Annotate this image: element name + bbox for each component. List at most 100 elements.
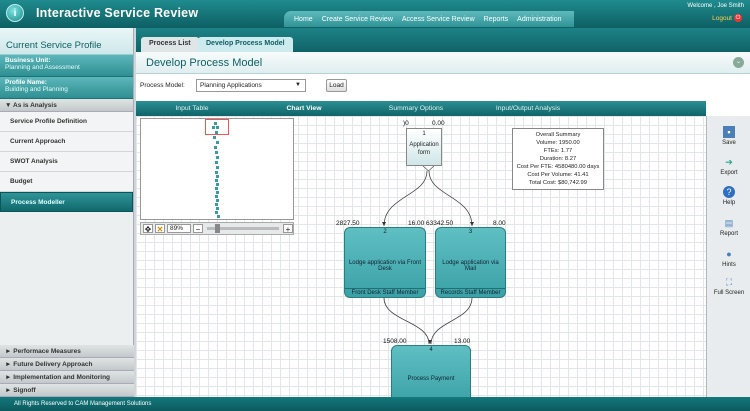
export-button[interactable]: ➔ Export [707, 156, 750, 176]
section-label: Future Delivery Approach [13, 361, 93, 368]
report-button[interactable]: ▤ Report [707, 217, 750, 237]
section-signoff[interactable]: ► Signoff [0, 384, 134, 397]
tab-develop-process-model[interactable]: Develop Process Model [198, 37, 293, 52]
sidebar-item-swot-analysis[interactable]: SWOT Analysis [0, 152, 133, 172]
section-label: Signoff [13, 387, 36, 394]
sidebar-item-service-profile-definition[interactable]: Service Profile Definition [0, 112, 133, 132]
hints-button[interactable]: ● Hints [707, 248, 750, 268]
node-number: 1 [422, 131, 426, 137]
minimap-node-dot [216, 207, 219, 210]
tab-chart-view[interactable]: Chart View [248, 101, 360, 116]
minimap[interactable] [140, 118, 294, 220]
zoom-slider-handle[interactable] [215, 224, 220, 233]
hints-label: Hints [722, 262, 736, 268]
help-icon: ? [723, 186, 735, 198]
close-icon[interactable]: ✕ [155, 224, 165, 234]
minimap-node-dot [215, 171, 218, 174]
minimap-node-dot [212, 126, 215, 129]
node-3-right-value: 8.00 [493, 220, 506, 227]
nav-home[interactable]: Home [294, 16, 313, 23]
view-tabs: Input Table Chart View Summary Options I… [136, 101, 706, 116]
minimap-node-dot [215, 131, 218, 134]
tab-input-table[interactable]: Input Table [136, 101, 248, 116]
hints-icon: ● [726, 249, 732, 259]
summary-title: Overall Summary [535, 132, 581, 138]
report-icon: ▤ [724, 218, 734, 228]
profile-name-label: Profile Name: [5, 79, 47, 86]
node-2-left-value: 2827.50 [336, 220, 360, 227]
node-role: Front Desk Staff Member [345, 288, 425, 297]
collapse-icon[interactable]: ⌄ [733, 57, 744, 68]
minimap-node-dot [215, 195, 218, 198]
summary-duration: Duration: 8.27 [539, 156, 577, 162]
zoom-slider[interactable] [207, 224, 279, 233]
nav-reports[interactable]: Reports [484, 16, 509, 23]
minimap-node-dot [215, 211, 218, 214]
load-button[interactable]: Load [326, 79, 347, 92]
zoom-out-icon[interactable]: − [193, 224, 203, 234]
node-role: Records Staff Member [436, 288, 505, 297]
logout-link[interactable]: Logout ⏻ [712, 14, 742, 22]
process-node-2[interactable]: 2 Lodge application via Front Desk Front… [344, 227, 426, 298]
full-screen-label: Full Screen [713, 290, 745, 296]
page-title-bar: Develop Process Model ⌄ [136, 52, 750, 74]
node-1-right-value: 0.00 [432, 120, 445, 127]
save-button[interactable]: ▪ Save [707, 126, 750, 146]
sidebar-item-process-modeller[interactable]: Process Modeller [0, 192, 133, 212]
help-button[interactable]: ? Help [707, 186, 750, 206]
minimap-node-dot [215, 187, 218, 190]
section-implementation-monitoring[interactable]: ► Implementation and Monitoring [0, 371, 134, 384]
zoom-controls: ✥ ✕ 89% − + [140, 222, 294, 235]
export-label: Export [720, 170, 738, 176]
minimap-node-dot [214, 146, 217, 149]
welcome-text: Welcome , Joe Smith [687, 3, 744, 9]
business-unit-info: Business Unit: Planning and Assessment [0, 55, 133, 77]
minimap-node-dot [215, 161, 218, 164]
summary-cost-per-fte: Cost Per FTE: 4580480.00 days [516, 164, 600, 170]
chevron-down-icon[interactable]: ▼ [295, 82, 301, 88]
section-as-is-analysis[interactable]: ▼ As is Analysis [0, 99, 133, 112]
process-node-1[interactable]: 1 Application form [406, 128, 442, 166]
process-model-select[interactable]: Planning Applications [196, 79, 306, 92]
pan-icon[interactable]: ✥ [143, 224, 153, 234]
full-screen-icon: ⛶ [725, 277, 733, 287]
process-node-4[interactable]: 4 Process Payment [391, 345, 471, 397]
app-title: Interactive Service Review [36, 6, 199, 20]
minimap-node-dot [216, 175, 219, 178]
full-screen-button[interactable]: ⛶ Full Screen [707, 276, 750, 296]
tab-input-output-analysis[interactable]: Input/Output Analysis [472, 101, 584, 116]
node-number: 3 [468, 229, 473, 235]
minimap-node-dot [216, 156, 219, 159]
logout-label: Logout [712, 14, 732, 22]
sidebar-item-current-approach[interactable]: Current Approach [0, 132, 133, 152]
app-header: i Interactive Service Review Home Create… [0, 0, 750, 28]
main-content: Process List Develop Process Model Devel… [136, 28, 750, 397]
overall-summary-box: Overall Summary Volume: 1950.00 FTEs: 1.… [512, 128, 604, 190]
profile-info: Profile Name: Building and Planning [0, 77, 133, 99]
minimap-node-dot [216, 199, 219, 202]
tab-summary-options[interactable]: Summary Options [360, 101, 472, 116]
nav-create-service-review[interactable]: Create Service Review [322, 16, 393, 23]
nav-access-service-review[interactable]: Access Service Review [402, 16, 475, 23]
minimap-node-dot [216, 191, 219, 194]
node-number: 2 [383, 229, 387, 235]
node-label: Application form [409, 142, 439, 156]
section-future-delivery-approach[interactable]: ► Future Delivery Approach [0, 358, 134, 371]
minimap-node-dot [216, 126, 219, 129]
summary-volume: Volume: 1950.00 [536, 140, 580, 146]
nav-administration[interactable]: Administration [517, 16, 561, 23]
tab-process-list[interactable]: Process List [141, 37, 199, 52]
footer: All Rights Reserved to CAM Management So… [0, 397, 750, 411]
zoom-in-icon[interactable]: + [283, 224, 293, 234]
process-node-3[interactable]: 3 Lodge application via Mail Records Sta… [435, 227, 506, 298]
help-label: Help [722, 200, 736, 206]
section-label: Performace Measures [13, 348, 81, 355]
process-model-label: Process Model: [140, 82, 185, 89]
zoom-input[interactable]: 89% [167, 224, 191, 233]
minimap-node-dot [213, 136, 216, 139]
process-canvas[interactable]: ✥ ✕ 89% − + )0 0.00 1 Application form 2… [136, 116, 706, 397]
page-title: Develop Process Model [146, 57, 263, 69]
section-performance-measures[interactable]: ► Performace Measures [0, 345, 134, 358]
save-icon: ▪ [723, 126, 735, 138]
sidebar-item-budget[interactable]: Budget [0, 172, 133, 192]
